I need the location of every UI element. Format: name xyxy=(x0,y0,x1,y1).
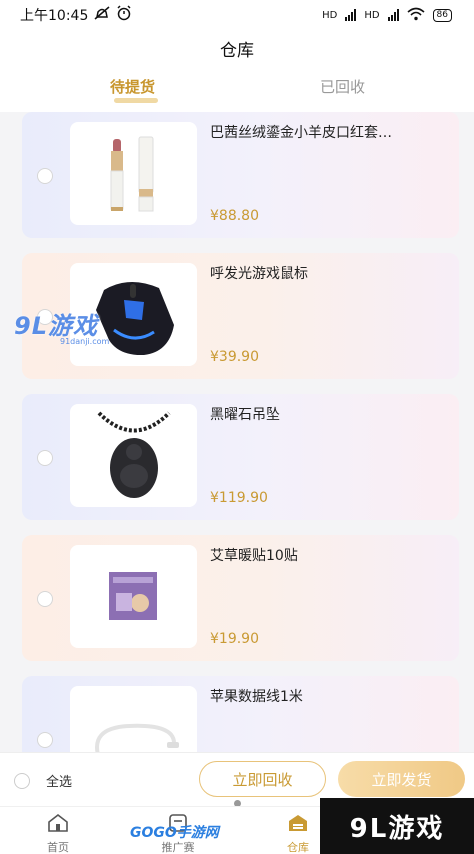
select-radio[interactable] xyxy=(37,168,53,184)
select-radio[interactable] xyxy=(37,732,53,748)
battery-icon: 86 xyxy=(432,8,452,22)
nav-home[interactable]: 首页 xyxy=(28,813,88,854)
product-price: ¥39.90 xyxy=(210,349,259,365)
gaming-mouse-image xyxy=(70,263,197,366)
select-all-radio[interactable] xyxy=(14,772,30,789)
status-bar: 上午10:45 HD HD 86 xyxy=(0,0,474,30)
product-card[interactable]: 呼发光游戏鼠标 ¥39.90 xyxy=(22,253,459,379)
product-name: 呼发光游戏鼠标 xyxy=(210,266,308,282)
home-icon xyxy=(47,813,69,836)
status-time: 上午10:45 xyxy=(20,8,89,24)
alarm-icon xyxy=(116,5,132,25)
select-radio[interactable] xyxy=(37,309,53,325)
nav-home-label: 首页 xyxy=(47,841,69,854)
page-title: 仓库 xyxy=(220,40,254,61)
signal-icon-2 xyxy=(387,9,399,21)
select-all-label: 全选 xyxy=(46,775,73,790)
product-price: ¥119.90 xyxy=(210,490,268,506)
recycle-now-button[interactable]: 立即回收 xyxy=(199,761,326,797)
status-right: HD HD 86 xyxy=(322,7,452,24)
product-price: ¥88.80 xyxy=(210,208,259,224)
network-label-1: HD xyxy=(322,9,338,21)
promotion-icon xyxy=(167,813,189,836)
select-radio[interactable] xyxy=(37,450,53,466)
network-label-2: HD xyxy=(364,9,380,21)
status-left: 上午10:45 xyxy=(20,5,132,25)
tab-pending-pickup[interactable]: 待提货 xyxy=(110,76,155,97)
product-card[interactable]: 黑曜石吊坠 ¥119.90 xyxy=(22,394,459,520)
nav-warehouse-label: 仓库 xyxy=(287,841,309,854)
product-list: 巴茜丝绒鎏金小羊皮口红套… ¥88.80 呼发光游戏鼠标 ¥39.90 黑曜石吊… xyxy=(22,112,459,817)
ship-now-button[interactable]: 立即发货 xyxy=(338,761,465,797)
product-name: 巴茜丝绒鎏金小羊皮口红套… xyxy=(210,125,392,141)
tab-bar: 待提货 已回收 xyxy=(0,66,474,112)
tab-recycled[interactable]: 已回收 xyxy=(320,76,365,97)
wifi-icon xyxy=(407,7,425,24)
product-name: 艾草暖贴10贴 xyxy=(210,548,298,564)
product-card[interactable]: 巴茜丝绒鎏金小羊皮口红套… ¥88.80 xyxy=(22,112,459,238)
warmer-patch-image xyxy=(70,545,197,648)
signal-icon xyxy=(345,9,357,21)
lipstick-image xyxy=(70,122,197,225)
app-screen: 上午10:45 HD HD 86 仓库 待提货 已回收 巴茜丝绒鎏金小羊皮口红套… xyxy=(0,0,474,854)
notification-off-icon xyxy=(94,6,110,24)
page-header: 仓库 xyxy=(0,30,474,66)
action-bar: 全选 立即回收 立即发货 xyxy=(0,752,474,806)
bottom-nav: 首页 推广赛 仓库 xyxy=(0,806,474,854)
select-all-toggle[interactable]: 全选 xyxy=(14,771,72,790)
product-name: 苹果数据线1米 xyxy=(210,689,303,705)
active-tab-indicator xyxy=(114,98,158,103)
nav-promotion-label: 推广赛 xyxy=(161,841,195,854)
nav-promotion[interactable]: 推广赛 xyxy=(148,813,208,854)
obsidian-pendant-image xyxy=(70,404,197,507)
product-card[interactable]: 艾草暖贴10贴 ¥19.90 xyxy=(22,535,459,661)
warehouse-icon xyxy=(287,813,309,836)
product-name: 黑曜石吊坠 xyxy=(210,407,280,423)
product-price: ¥19.90 xyxy=(210,631,259,647)
nav-warehouse[interactable]: 仓库 xyxy=(268,813,328,854)
select-radio[interactable] xyxy=(37,591,53,607)
